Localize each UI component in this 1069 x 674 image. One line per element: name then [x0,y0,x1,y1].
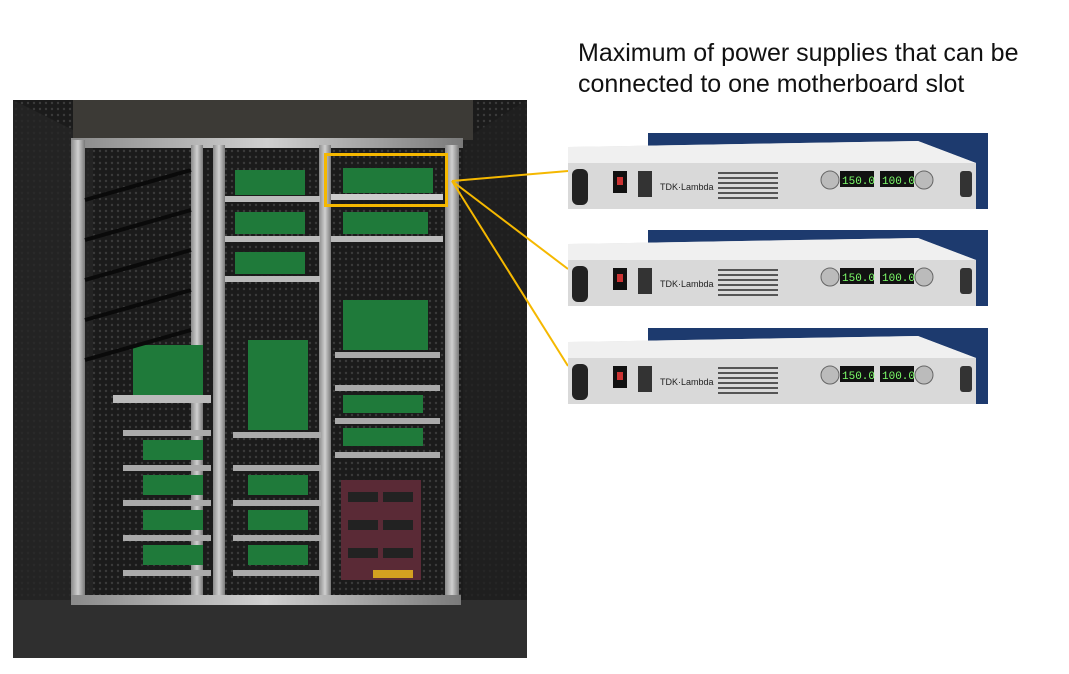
psu-brand-label: TDK·Lambda [660,182,714,192]
psu-brand-label: TDK·Lambda [660,377,714,387]
caption-text: Maximum of power supplies that can be co… [578,38,1058,100]
voltage-display: 150.0 [842,176,875,188]
rack-illustration [13,100,527,658]
current-display: 100.0 [882,176,915,188]
current-display: 100.0 [882,273,915,285]
power-supply-unit-image: TDK·Lambda 150.0 100.0 [568,328,988,404]
voltage-display: 150.0 [842,371,875,383]
power-supply-2: TDK·Lambda 150.0 100.0 [568,230,988,306]
power-supply-1: TDK·Lambda 150.0 100.0 [568,133,988,209]
psu-brand-label: TDK·Lambda [660,279,714,289]
voltage-display: 150.0 [842,273,875,285]
power-supply-unit-image: TDK·Lambda 150.0 100.0 [568,230,988,306]
current-display: 100.0 [882,371,915,383]
power-supply-3: TDK·Lambda 150.0 100.0 [568,328,988,404]
highlighted-slot-box [324,153,448,207]
caption-line-1: Maximum of power supplies that can be [578,39,1019,67]
caption-line-2: connected to one motherboard slot [578,70,965,98]
power-supply-unit-image: TDK·Lambda 150.0 100.0 [568,133,988,209]
rack-photo [13,100,527,658]
